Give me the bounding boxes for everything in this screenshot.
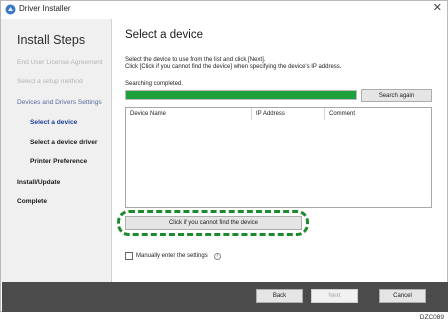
back-button[interactable]: Back: [256, 289, 303, 303]
step-complete: Complete: [17, 198, 48, 205]
step-select-device: Select a device: [30, 119, 78, 126]
manual-settings-label[interactable]: Manually enter the settings: [136, 253, 208, 259]
column-divider: [251, 108, 252, 120]
instruction-line-2: Click [Click if you cannot find the devi…: [125, 64, 342, 70]
step-install-update: Install/Update: [17, 179, 61, 186]
device-list-table[interactable]: Device Name IP Address Comment: [125, 107, 432, 208]
figure-code: DZC089: [419, 314, 444, 321]
info-icon[interactable]: i: [213, 252, 221, 260]
cannot-find-device-button[interactable]: Click if you cannot find the device: [125, 216, 302, 230]
manual-settings-row: Manually enter the settings i: [125, 251, 221, 261]
step-devices-drivers-settings: Devices and Drivers Settings: [17, 99, 102, 106]
column-divider: [324, 108, 325, 120]
manual-settings-checkbox[interactable]: [125, 252, 133, 260]
install-steps-sidebar: Install Steps End User License Agreement…: [1, 19, 112, 282]
column-header-ip-address[interactable]: IP Address: [256, 111, 285, 117]
column-header-comment[interactable]: Comment: [329, 111, 355, 117]
installer-window: Driver Installer ✕ Install Steps End Use…: [0, 0, 448, 312]
step-setup-method: Select a setup method: [17, 78, 83, 85]
step-eula: End User License Agreement: [17, 59, 103, 66]
search-progress-bar: [125, 90, 357, 100]
footer-bar: Back Next Cancel: [2, 282, 448, 312]
sidebar-title: Install Steps: [17, 33, 86, 47]
column-header-device-name[interactable]: Device Name: [130, 111, 166, 117]
driver-installer-icon: [5, 4, 16, 15]
window-title: Driver Installer: [19, 4, 71, 13]
instruction-line-1: Select the device to use from the list a…: [125, 57, 266, 63]
close-icon[interactable]: ✕: [433, 3, 442, 14]
step-printer-preference: Printer Preference: [30, 158, 88, 165]
page-title: Select a device: [125, 29, 203, 41]
search-status-text: Searching completed.: [125, 81, 184, 87]
cancel-button[interactable]: Cancel: [379, 289, 426, 303]
search-again-button[interactable]: Search again: [361, 89, 432, 102]
progress-fill: [126, 91, 356, 99]
title-bar: Driver Installer ✕: [1, 1, 447, 19]
next-button[interactable]: Next: [311, 289, 358, 303]
step-select-driver: Select a device driver: [30, 139, 98, 146]
